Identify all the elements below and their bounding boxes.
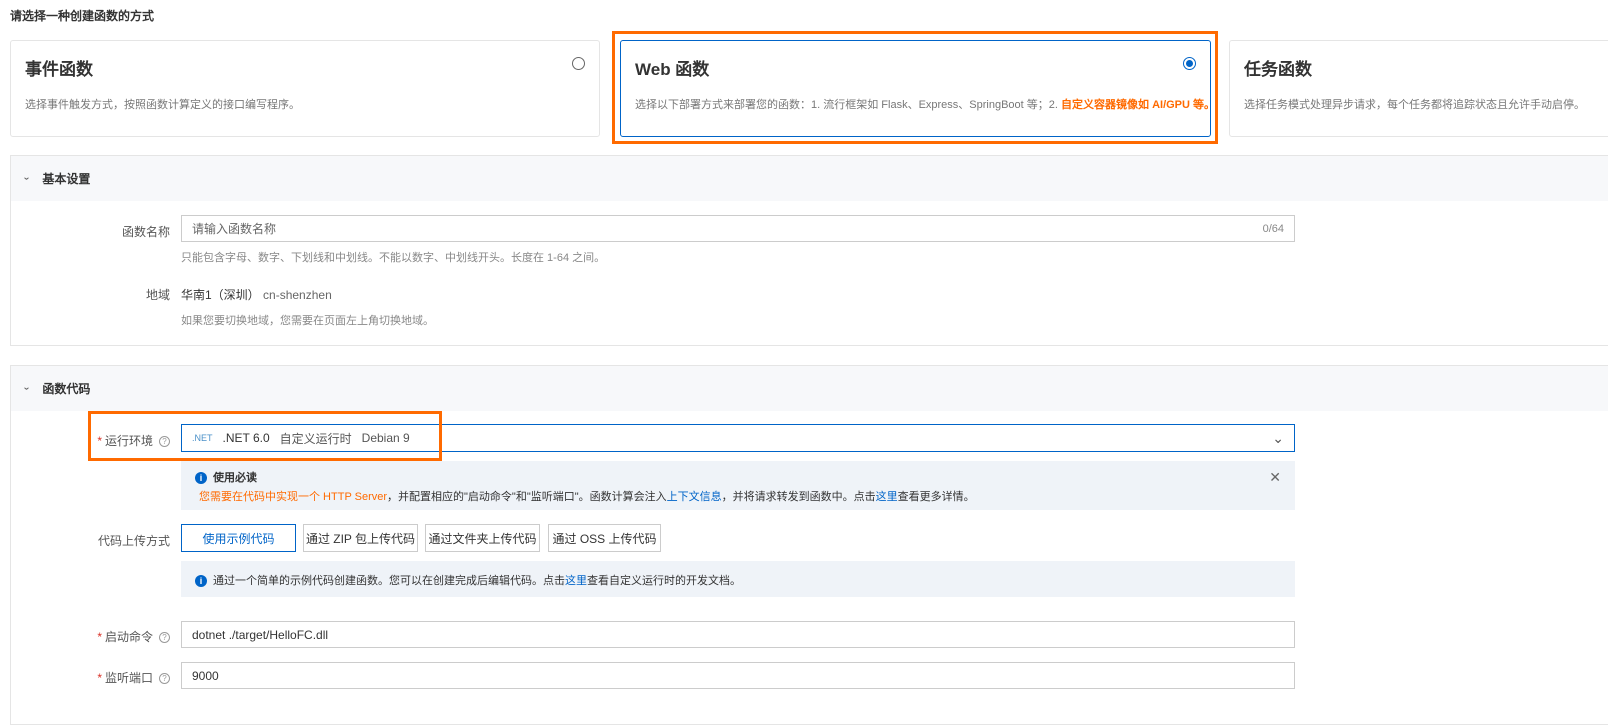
radio-web-function[interactable] [1183,57,1196,70]
card-title: Web 函数 [635,60,710,79]
tip-text: 通过一个简单的示例代码创建函数。您可以在创建完成后编辑代码。点击 [213,575,565,587]
start-command-input[interactable]: dotnet ./target/HelloFC.dll [181,621,1295,648]
section-title: 函数代码 [42,382,91,396]
region-label: 地域 [145,288,170,302]
notice-title: 使用必读 [213,472,257,484]
function-name-label: 函数名称 [121,225,170,239]
notice-text: ，并配置相应的"启动命令"和"监听端口"。函数计算会注入 [387,491,667,503]
card-web-function[interactable]: Web 函数 选择以下部署方式来部署您的函数：1. 流行框架如 Flask、Ex… [620,40,1215,137]
basic-settings-header[interactable]: › 基本设置 [11,156,1608,201]
close-icon[interactable]: ✕ [1269,469,1281,486]
region-value: 华南1（深圳） cn-shenzhen [181,286,332,303]
highlight-box [88,411,442,461]
info-icon: i [195,472,207,485]
notice-text: ，并将请求转发到函数中。点击 [721,491,876,503]
input-value: 9000 [192,668,219,683]
char-count: 0/64 [1262,222,1284,235]
upload-sample-button[interactable]: 使用示例代码 [181,524,296,552]
listen-port-input[interactable]: 9000 [181,662,1295,689]
card-event-function[interactable]: 事件函数 选择事件触发方式，按照函数计算定义的接口编写程序。 [10,40,600,137]
tip-box: i 通过一个简单的示例代码创建函数。您可以在创建完成后编辑代码。点击这里查看自定义… [181,561,1295,597]
label-text: 监听端口 [104,671,153,685]
chevron-icon: › [21,176,33,181]
input-value: dotnet ./target/HelloFC.dll [192,627,329,642]
card-task-function[interactable]: 任务函数 选择任务模式处理异步请求，每个任务都将追踪状态且允许手动启停。 [1229,40,1608,137]
card-desc: 选择任务模式处理异步请求，每个任务都将追踪状态且允许手动启停。 [1244,99,1585,111]
notice-box: i 使用必读 您需要在代码中实现一个 HTTP Server，并配置相应的"启动命… [181,461,1295,510]
info-icon: i [195,575,207,588]
function-name-hint: 只能包含字母、数字、下划线和中划线。不能以数字、中划线开头。长度在 1-64 之… [181,252,606,264]
upload-method-label: 代码上传方式 [97,534,170,548]
chevron-down-icon: ⌄ [1272,429,1284,446]
function-name-input[interactable]: 请输入函数名称 0/64 [181,215,1295,242]
placeholder: 请输入函数名称 [192,222,277,236]
notice-highlight: 您需要在代码中实现一个 HTTP Server [199,491,388,503]
region-code: cn-shenzhen [263,288,332,302]
upload-oss-button[interactable]: 通过 OSS 上传代码 [548,524,661,552]
card-desc: 选择事件触发方式，按照函数计算定义的接口编写程序。 [25,99,300,111]
radio-event-function[interactable] [572,57,585,70]
upload-folder-button[interactable]: 通过文件夹上传代码 [425,524,540,552]
section-title: 基本设置 [42,172,91,186]
context-info-link[interactable]: 上下文信息 [667,491,722,503]
function-code-header[interactable]: › 函数代码 [11,366,1608,411]
start-command-label: * 启动命令? [10,628,170,645]
upload-zip-button[interactable]: 通过 ZIP 包上传代码 [303,524,418,552]
here-link[interactable]: 这里 [876,491,898,503]
here-link[interactable]: 这里 [565,575,587,587]
desc-highlight: 自定义容器镜像如 AI/GPU 等。 [1061,99,1216,111]
region-hint: 如果您要切换地域，您需要在页面左上角切换地域。 [181,315,434,327]
listen-port-label: * 监听端口? [10,669,170,686]
tip-text: 查看自定义运行时的开发文档。 [587,575,741,587]
chevron-icon: › [21,386,33,391]
help-icon[interactable]: ? [159,632,170,644]
region-name: 华南1（深圳） [181,288,260,302]
notice-text: 查看更多详情。 [897,491,975,503]
create-method-prompt: 请选择一种创建函数的方式 [10,9,155,23]
card-title: 任务函数 [1244,60,1312,79]
label-text: 启动命令 [104,630,153,644]
desc-text: 选择以下部署方式来部署您的函数：1. 流行框架如 Flask、Express、S… [635,99,1062,111]
card-desc: 选择以下部署方式来部署您的函数：1. 流行框架如 Flask、Express、S… [635,96,1215,112]
help-icon[interactable]: ? [159,673,170,685]
card-title: 事件函数 [25,60,93,79]
